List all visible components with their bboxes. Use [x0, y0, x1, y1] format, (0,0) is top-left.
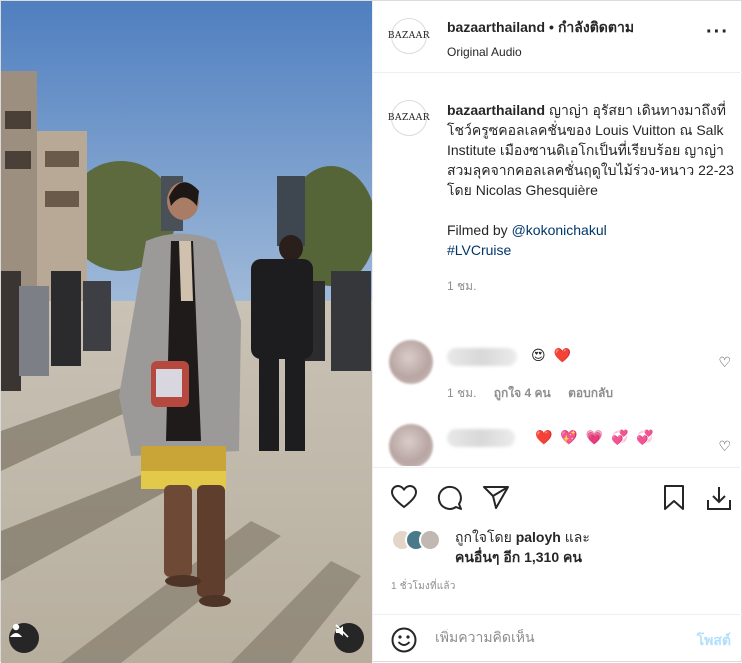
- comment-input[interactable]: [435, 629, 675, 645]
- video-player[interactable]: [1, 1, 372, 663]
- post-comment-button[interactable]: โพสต์: [697, 630, 731, 652]
- mute-button[interactable]: [334, 623, 364, 653]
- caption-username[interactable]: bazaarthailand: [447, 102, 545, 118]
- post-dialog: BAZAAR bazaarthailand • กำลังติดตาม Origin…: [0, 0, 742, 663]
- liker-avatars[interactable]: [391, 527, 451, 553]
- tagged-users-button[interactable]: [9, 623, 39, 653]
- likes-and: และ: [564, 529, 590, 545]
- user-icon: [10, 623, 22, 637]
- header-names: bazaarthailand • กำลังติดตาม Original Audi…: [447, 17, 634, 59]
- liker-avatar: [419, 529, 441, 551]
- follow-status-button[interactable]: กำลังติดตาม: [558, 19, 634, 35]
- comment-icon[interactable]: [437, 485, 463, 511]
- comment-text: 😍 ❤️: [531, 347, 573, 363]
- post-timestamp[interactable]: 1 ชั่วโมงที่แล้ว: [391, 579, 456, 594]
- comment-username-blurred[interactable]: [447, 348, 517, 366]
- download-icon[interactable]: [706, 485, 732, 511]
- comment-like-heart-icon[interactable]: ♡: [718, 438, 731, 455]
- post-actions: [373, 467, 742, 527]
- likes-summary: ถูกใจโดย paloyh และ คนอื่นๆ อีก 1,310 คน: [391, 527, 731, 573]
- speaker-muted-icon: [335, 624, 349, 638]
- post-side-panel: BAZAAR bazaarthailand • กำลังติดตาม Origin…: [372, 1, 742, 663]
- comments-section[interactable]: BAZAAR bazaarthailand ญาญ่า อุรัสยา เดินท…: [373, 74, 742, 466]
- comment-like-heart-icon[interactable]: ♡: [718, 354, 731, 371]
- caption-text: bazaarthailand ญาญ่า อุรัสยา เดินทางมาถึง…: [447, 100, 737, 296]
- add-comment-bar: โพสต์: [373, 614, 742, 663]
- comment-meta: 1 ชม. ถูกใจ 4 คน ตอบกลับ: [447, 384, 627, 403]
- caption-time: 1 ชม.: [447, 279, 477, 293]
- bookmark-icon[interactable]: [663, 485, 685, 510]
- comment-likes[interactable]: ถูกใจ 4 คน: [494, 386, 551, 400]
- likes-prefix: ถูกใจโดย: [455, 529, 512, 545]
- likes-others-count[interactable]: คนอื่นๆ อีก 1,310 คน: [455, 549, 582, 565]
- hashtag-link[interactable]: #LVCruise: [447, 242, 511, 258]
- comment-avatar-blurred[interactable]: [389, 424, 433, 466]
- liker-username[interactable]: paloyh: [516, 529, 561, 545]
- username-link[interactable]: bazaarthailand: [447, 19, 545, 35]
- emoji-icon[interactable]: [391, 627, 417, 653]
- comment-avatar-blurred[interactable]: [389, 340, 433, 384]
- separator-dot: •: [549, 19, 554, 35]
- comment-username-blurred[interactable]: [447, 429, 515, 447]
- audio-link[interactable]: Original Audio: [447, 45, 634, 59]
- likes-text: ถูกใจโดย paloyh และ คนอื่นๆ อีก 1,310 คน: [455, 527, 590, 567]
- more-options-icon[interactable]: ···: [706, 21, 729, 44]
- mention-link[interactable]: @kokonichakul: [512, 222, 607, 238]
- post-header: BAZAAR bazaarthailand • กำลังติดตาม Origin…: [373, 1, 742, 73]
- comment-text: ❤️ 💖 💗 💞 💞: [535, 429, 656, 445]
- heart-icon[interactable]: [391, 485, 417, 509]
- share-icon[interactable]: [483, 485, 509, 509]
- comment-time: 1 ชม.: [447, 386, 477, 400]
- comment-reply-button[interactable]: ตอบกลับ: [568, 386, 613, 400]
- caption-avatar[interactable]: BAZAAR: [388, 100, 430, 136]
- avatar[interactable]: BAZAAR: [388, 18, 430, 54]
- video-frame-image: [1, 1, 372, 663]
- filmed-by-label: Filmed by: [447, 222, 508, 238]
